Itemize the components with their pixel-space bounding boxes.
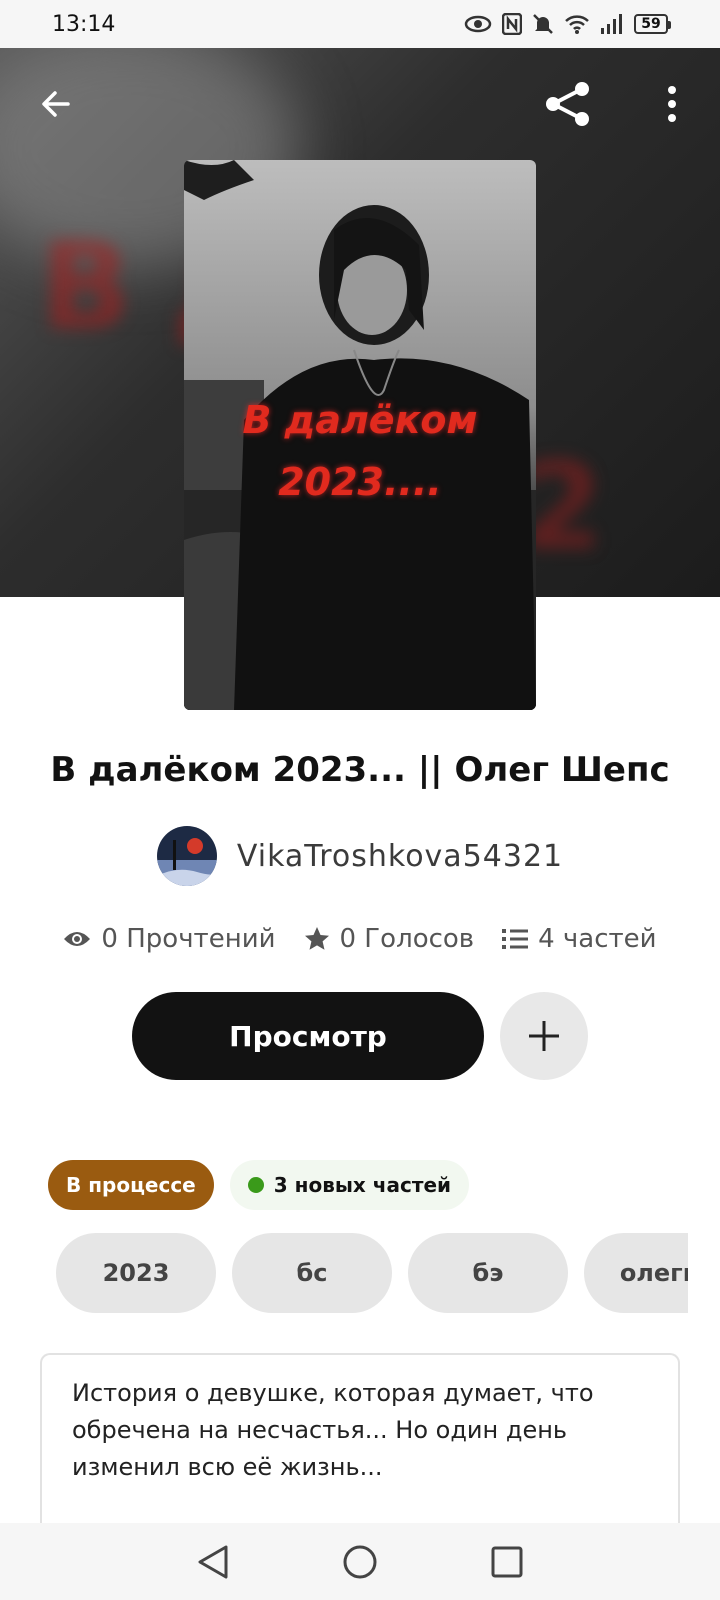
- list-icon: [502, 929, 529, 949]
- mute-icon: [533, 14, 553, 34]
- status-badges: В процессе 3 новых частей: [48, 1160, 470, 1210]
- cover-title-line1: В далёком: [242, 398, 478, 442]
- tag-chip[interactable]: бэ: [408, 1233, 568, 1313]
- new-indicator-dot: [247, 1177, 264, 1193]
- signal-icon: [601, 14, 622, 34]
- wifi-icon: [565, 15, 589, 34]
- read-button[interactable]: Просмотр: [132, 992, 484, 1080]
- more-vertical-icon: [668, 86, 676, 122]
- votes-count: 0 Голосов: [339, 924, 475, 954]
- new-parts-label: 3 новых частей: [273, 1173, 452, 1197]
- share-button[interactable]: [540, 76, 596, 132]
- status-icons: 59: [464, 13, 671, 35]
- reads-count: 0 Прочтений: [101, 924, 276, 954]
- status-time: 13:14: [52, 11, 116, 37]
- tag-chip[interactable]: олегш: [584, 1233, 688, 1313]
- tag-chip[interactable]: бс: [232, 1233, 392, 1313]
- more-options-button[interactable]: [644, 76, 700, 132]
- votes-stat: 0 Голосов: [304, 924, 475, 954]
- system-nav-bar: [0, 1523, 720, 1600]
- battery-level: 59: [641, 16, 661, 32]
- author-row[interactable]: VikaTroshkova54321: [0, 826, 720, 886]
- parts-stat: 4 частей: [502, 924, 657, 954]
- nav-recents-icon[interactable]: [490, 1545, 524, 1579]
- reads-stat: 0 Прочтений: [63, 924, 276, 954]
- status-badge: В процессе: [48, 1160, 214, 1210]
- nfc-icon: [502, 13, 522, 35]
- story-cover: В далёком 2023....: [184, 160, 536, 710]
- author-avatar[interactable]: [156, 826, 217, 886]
- plus-icon: [529, 1021, 559, 1051]
- story-description: История о девушке, которая думает, что о…: [40, 1353, 680, 1523]
- status-bar: 13:14 59: [0, 0, 720, 48]
- star-icon: [304, 927, 329, 950]
- tag-chip[interactable]: 2023: [56, 1233, 216, 1313]
- author-name[interactable]: VikaTroshkova54321: [237, 839, 563, 874]
- avatar-image: [156, 826, 217, 886]
- nav-back-icon[interactable]: [196, 1544, 230, 1580]
- battery-icon: 59: [634, 14, 671, 34]
- arrow-left-icon: [42, 91, 70, 117]
- add-to-library-button[interactable]: [500, 992, 588, 1080]
- eye-icon: [464, 15, 492, 33]
- share-icon: [546, 82, 589, 126]
- story-stats: 0 Прочтений 0 Голосов 4 частей: [0, 924, 720, 954]
- parts-count: 4 частей: [538, 924, 657, 954]
- nav-home-icon[interactable]: [342, 1544, 378, 1580]
- back-button[interactable]: [28, 76, 84, 132]
- tag-list[interactable]: 2023бсбэолегш: [56, 1233, 688, 1313]
- eye-icon: [64, 932, 91, 946]
- cover-title-line2: 2023....: [278, 460, 442, 504]
- new-parts-badge: 3 новых частей: [229, 1160, 470, 1210]
- story-title: В далёком 2023... || Олег Шепс: [50, 750, 670, 790]
